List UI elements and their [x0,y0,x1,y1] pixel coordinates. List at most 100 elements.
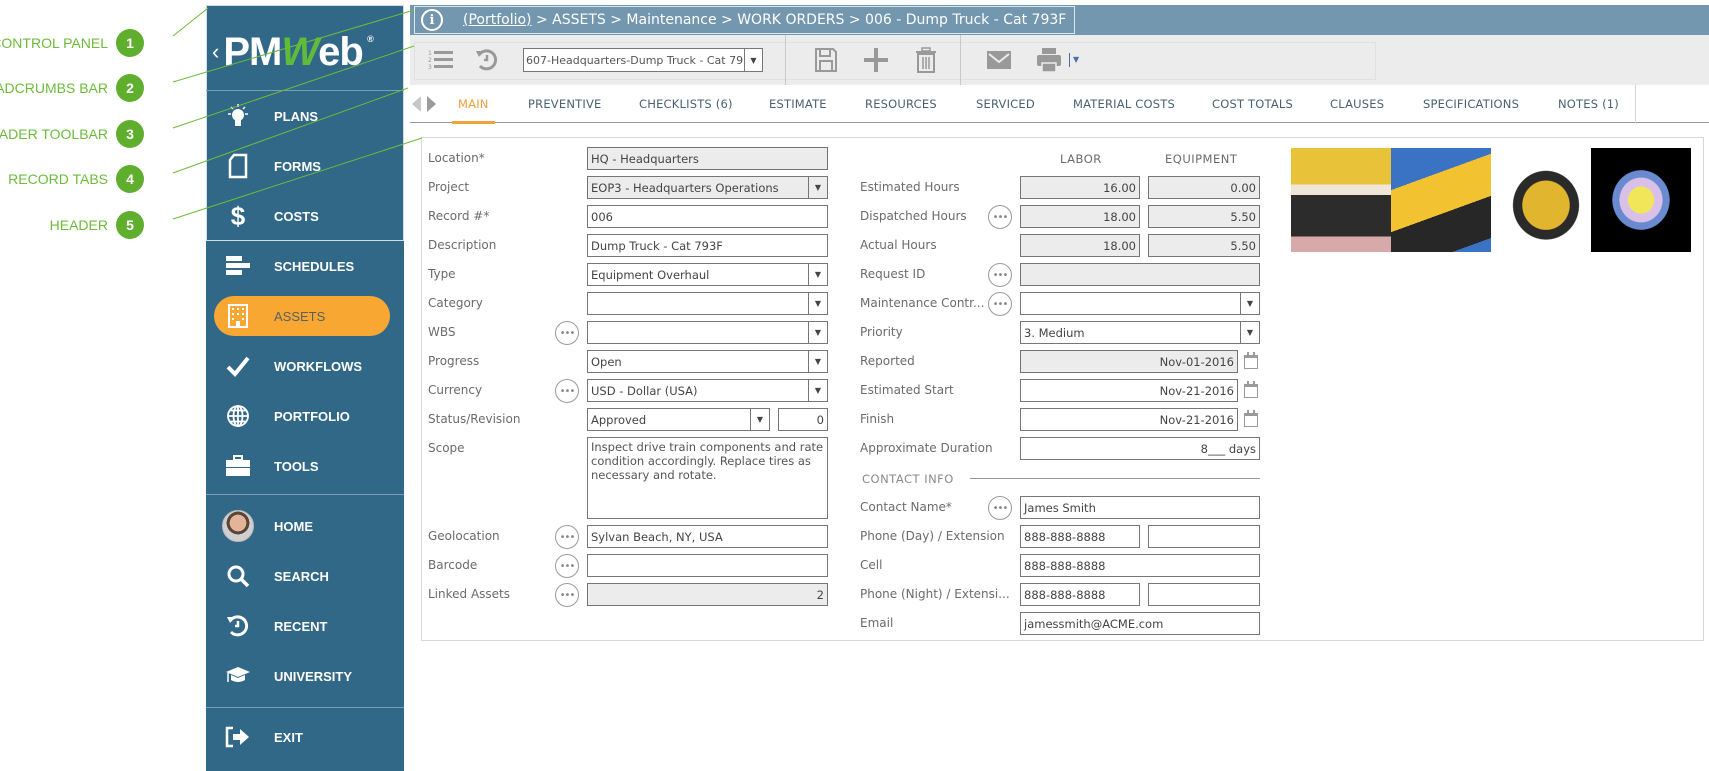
sidebar-item-portfolio[interactable]: PORTFOLIO [214,396,390,436]
geolocation-field[interactable]: Sylvan Beach, NY, USA [587,525,828,548]
tab-scroll-right-icon[interactable] [427,96,436,112]
sidebar-item-schedules[interactable]: SCHEDULES [214,246,390,286]
chevron-left-icon[interactable]: ‹ [212,39,219,65]
sidebar-item-home[interactable]: HOME [214,506,390,546]
tab-specifications[interactable]: SPECIFICATIONS [1423,85,1519,123]
phone-day-extension-field[interactable] [1148,525,1260,548]
chevron-down-icon[interactable]: ▼ [808,264,827,285]
chevron-down-icon[interactable]: ▼ [808,293,827,314]
barcode-field[interactable] [587,554,828,577]
record-number-field[interactable]: 006 [587,205,828,228]
chevron-down-icon[interactable]: ▼ [808,380,827,401]
engine-diagram-photo[interactable] [1591,148,1691,252]
wbs-lookup-button[interactable]: ••• [555,321,579,345]
sidebar-item-exit[interactable]: EXIT [214,717,390,757]
truck-front-photo[interactable] [1391,148,1491,252]
chevron-down-icon[interactable]: ▼ [1240,293,1259,314]
currency-lookup-button[interactable]: ••• [555,379,579,403]
logo[interactable]: ‹ PMWeb ® [212,27,374,77]
calendar-icon[interactable] [1244,352,1258,369]
linked-assets-lookup-button[interactable]: ••• [555,583,579,607]
finish-date-field[interactable]: Nov-21-2016 [1020,408,1238,431]
calendar-icon[interactable] [1244,410,1258,427]
email-field[interactable]: jamessmith@ACME.com [1020,612,1260,635]
truck-rear-photo[interactable] [1291,148,1391,252]
print-dropdown-icon[interactable]: ▼ [1069,53,1079,67]
sidebar-item-plans[interactable]: PLANS [214,96,390,136]
progress-label: Progress [428,354,480,368]
contact-name-lookup-button[interactable]: ••• [988,496,1012,520]
cell-field[interactable]: 888-888-8888 [1020,554,1260,577]
info-icon[interactable]: i [421,9,443,31]
project-select[interactable]: EOP3 - Headquarters Operations ▼ [587,176,828,199]
sidebar-item-tools[interactable]: TOOLS [214,446,390,486]
actual-hours-label: Actual Hours [860,238,937,252]
sidebar-item-recent[interactable]: RECENT [214,606,390,646]
chevron-down-icon[interactable]: ▼ [808,322,827,343]
tab-serviced[interactable]: SERVICED [976,85,1035,123]
delete-icon[interactable] [911,45,941,75]
tab-notes[interactable]: NOTES (1) [1558,85,1619,123]
finish-date-value: Nov-21-2016 [1159,412,1234,427]
maintenance-contract-lookup-button[interactable]: ••• [988,292,1012,316]
sidebar-item-workflows[interactable]: WORKFLOWS [214,346,390,386]
chevron-down-icon[interactable]: ▼ [750,409,769,430]
tab-material-costs[interactable]: MATERIAL COSTS [1073,85,1175,123]
tab-checklists[interactable]: CHECKLISTS (6) [639,85,733,123]
phone-day-field[interactable]: 888-888-8888 [1020,525,1140,548]
tab-resources[interactable]: RESOURCES [865,85,937,123]
maintenance-contract-select[interactable]: ▼ [1020,292,1260,315]
record-select-value: 607-Headquarters-Dump Truck - Cat 793F [526,53,744,67]
annotation-record-tabs: RECORD TABS 4 [8,165,144,193]
record-select[interactable]: 607-Headquarters-Dump Truck - Cat 793F ▼ [523,48,763,72]
tab-estimate[interactable]: ESTIMATE [769,85,827,123]
chevron-down-icon[interactable]: ▼ [808,177,827,198]
dispatched-hours-lookup-button[interactable]: ••• [988,205,1012,229]
email-icon[interactable] [984,45,1014,75]
description-field[interactable]: Dump Truck - Cat 793F [587,234,828,257]
sidebar-item-assets[interactable]: ASSETS [214,296,390,336]
truck-side-photo[interactable] [1491,148,1591,252]
approximate-duration-field[interactable]: 8___ days [1020,437,1260,460]
status-select[interactable]: Approved ▼ [587,408,770,431]
tab-cost-totals[interactable]: COST TOTALS [1212,85,1293,123]
add-icon[interactable] [861,45,891,75]
phone-night-extension-field[interactable] [1148,583,1260,606]
geolocation-lookup-button[interactable]: ••• [555,525,579,549]
estimated-start-date-field[interactable]: Nov-21-2016 [1020,379,1238,402]
sidebar-item-label: FORMS [274,158,321,174]
numbered-list-icon[interactable]: 123 [426,45,456,75]
request-id-lookup-button[interactable]: ••• [988,263,1012,287]
wbs-select[interactable]: ▼ [587,321,828,344]
phone-night-field[interactable]: 888-888-8888 [1020,583,1140,606]
progress-select[interactable]: Open ▼ [587,350,828,373]
save-icon[interactable] [811,45,841,75]
history-icon[interactable] [472,45,502,75]
print-icon[interactable] [1034,45,1064,75]
tab-clauses[interactable]: CLAUSES [1330,85,1384,123]
calendar-icon[interactable] [1244,381,1258,398]
currency-label: Currency [428,383,483,397]
category-select[interactable]: ▼ [587,292,828,315]
chevron-down-icon[interactable]: ▼ [808,351,827,372]
sidebar-item-search[interactable]: SEARCH [214,556,390,596]
location-label: Location* [428,151,485,165]
currency-select[interactable]: USD - Dollar (USA) ▼ [587,379,828,402]
scope-textarea[interactable]: Inspect drive train components and rate … [587,437,828,519]
contact-name-field[interactable]: James Smith [1020,496,1260,519]
sidebar-item-forms[interactable]: FORMS [214,146,390,186]
tab-main[interactable]: MAIN [452,85,495,124]
chevron-down-icon[interactable]: ▼ [1240,322,1259,343]
tab-preventive[interactable]: PREVENTIVE [528,85,601,123]
revision-field[interactable]: 0 [778,408,828,431]
breadcrumb-portfolio-link[interactable]: (Portfolio) [463,12,532,28]
location-field[interactable]: HQ - Headquarters [587,147,828,170]
tab-scroll-left-icon[interactable] [412,96,421,112]
priority-select[interactable]: 3. Medium ▼ [1020,321,1260,344]
barcode-lookup-button[interactable]: ••• [555,554,579,578]
email-value: jamessmith@ACME.com [1024,616,1164,631]
chevron-down-icon[interactable]: ▼ [744,49,762,71]
sidebar-item-university[interactable]: UNIVERSITY [214,656,390,696]
type-select[interactable]: Equipment Overhaul ▼ [587,263,828,286]
sidebar-item-costs[interactable]: $ COSTS [214,196,390,236]
